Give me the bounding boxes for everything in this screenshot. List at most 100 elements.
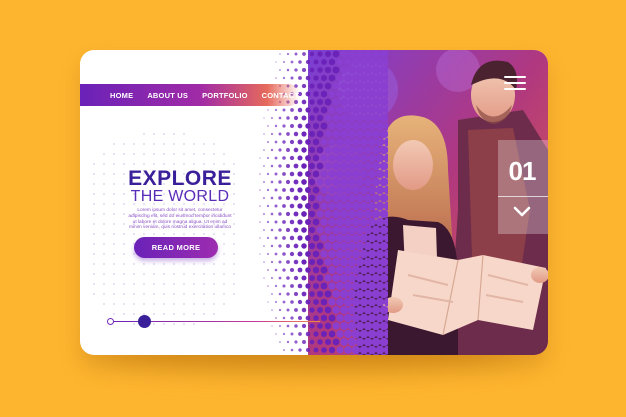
halftone-dot bbox=[383, 281, 388, 291]
halftone-dot bbox=[293, 227, 299, 233]
halftone-dot bbox=[347, 321, 357, 331]
halftone-dot bbox=[305, 59, 311, 65]
halftone-dot bbox=[371, 65, 381, 75]
halftone-dot bbox=[359, 73, 369, 83]
nav-link-contact[interactable]: CONTACT bbox=[262, 91, 300, 100]
halftone-dot bbox=[335, 137, 345, 147]
decorative-dot bbox=[213, 293, 215, 295]
decorative-dot bbox=[203, 313, 205, 315]
decorative-dot bbox=[133, 283, 135, 285]
halftone-dot bbox=[347, 305, 357, 315]
decorative-dot bbox=[203, 163, 205, 165]
slider-handle[interactable] bbox=[138, 315, 151, 328]
nav-link-about-us[interactable]: ABOUT US bbox=[147, 91, 188, 100]
decorative-dot bbox=[113, 143, 115, 145]
decorative-dot bbox=[143, 283, 145, 285]
decorative-dot bbox=[233, 283, 235, 285]
halftone-dot bbox=[335, 233, 345, 243]
halftone-dot bbox=[289, 155, 295, 161]
hamburger-menu-icon[interactable] bbox=[504, 76, 526, 92]
decorative-dot bbox=[103, 193, 105, 195]
halftone-dot bbox=[328, 282, 336, 290]
halftone-dot bbox=[351, 233, 361, 243]
halftone-dot bbox=[278, 276, 282, 280]
halftone-dot bbox=[282, 108, 286, 112]
halftone-dot bbox=[375, 169, 385, 179]
nav-link-home[interactable]: HOME bbox=[110, 91, 133, 100]
decorative-dot bbox=[103, 283, 105, 285]
halftone-dot bbox=[302, 52, 306, 56]
nav-link-portfolio[interactable]: PORTFOLIO bbox=[202, 91, 248, 100]
halftone-dot bbox=[331, 241, 341, 251]
decorative-dot bbox=[123, 253, 125, 255]
halftone-dot bbox=[301, 99, 307, 105]
decorative-dot bbox=[103, 153, 105, 155]
halftone-dot bbox=[320, 122, 328, 130]
decorative-dot bbox=[103, 183, 105, 185]
chevron-down-icon[interactable] bbox=[513, 206, 531, 218]
halftone-dot bbox=[367, 249, 377, 259]
halftone-dot bbox=[320, 266, 328, 274]
halftone-dot bbox=[301, 323, 307, 329]
halftone-dot bbox=[343, 169, 353, 179]
halftone-dot bbox=[316, 194, 324, 202]
halftone-dot bbox=[312, 202, 320, 210]
halftone-dot bbox=[313, 59, 319, 65]
halftone-dot bbox=[270, 196, 274, 200]
halftone-dot bbox=[379, 193, 388, 203]
halftone-dot bbox=[320, 170, 328, 178]
halftone-dot bbox=[275, 333, 277, 335]
halftone-dot bbox=[266, 188, 270, 192]
decorative-dot bbox=[183, 153, 185, 155]
halftone-dot bbox=[278, 260, 282, 264]
halftone-dot bbox=[347, 113, 357, 123]
halftone-dot bbox=[316, 162, 324, 170]
halftone-dot bbox=[351, 105, 361, 115]
halftone-dot bbox=[324, 162, 332, 170]
halftone-dot bbox=[375, 137, 385, 147]
halftone-dot bbox=[375, 89, 385, 99]
halftone-dot bbox=[267, 109, 269, 111]
halftone-dot bbox=[305, 267, 311, 273]
halftone-dot bbox=[375, 201, 385, 211]
halftone-dot bbox=[375, 217, 385, 227]
halftone-dot bbox=[286, 68, 290, 72]
halftone-dot bbox=[313, 315, 319, 321]
halftone-dot bbox=[332, 82, 340, 90]
decorative-dot bbox=[113, 163, 115, 165]
decorative-dot bbox=[193, 233, 195, 235]
halftone-dot bbox=[274, 268, 278, 272]
halftone-dot bbox=[266, 204, 270, 208]
halftone-dot bbox=[271, 293, 273, 295]
halftone-dot bbox=[371, 321, 381, 331]
halftone-dot bbox=[278, 148, 282, 152]
decorative-dot bbox=[233, 163, 235, 165]
slide-counter-panel bbox=[498, 140, 548, 234]
halftone-dot bbox=[379, 161, 388, 171]
decorative-dot bbox=[223, 163, 225, 165]
halftone-dot bbox=[312, 138, 320, 146]
halftone-dot bbox=[331, 193, 341, 203]
halftone-dot bbox=[341, 354, 347, 355]
halftone-dot bbox=[347, 337, 357, 347]
decorative-dot bbox=[173, 143, 175, 145]
halftone-dot bbox=[316, 178, 324, 186]
halftone-dot bbox=[363, 113, 373, 123]
halftone-dot bbox=[383, 329, 388, 339]
halftone-dot bbox=[309, 275, 315, 281]
decorative-dot bbox=[113, 273, 115, 275]
halftone-dot bbox=[275, 77, 277, 79]
read-more-button[interactable]: READ MORE bbox=[134, 237, 218, 258]
halftone-dot bbox=[347, 209, 357, 219]
halftone-dot bbox=[309, 291, 315, 297]
halftone-dot bbox=[290, 60, 294, 64]
decorative-dot bbox=[163, 263, 165, 265]
halftone-dot bbox=[279, 69, 281, 71]
halftone-dot bbox=[324, 226, 332, 234]
halftone-dot bbox=[309, 323, 315, 329]
decorative-dot bbox=[103, 213, 105, 215]
halftone-dot bbox=[293, 195, 299, 201]
halftone-dot bbox=[305, 235, 311, 241]
decorative-dot bbox=[213, 263, 215, 265]
decorative-dot bbox=[153, 263, 155, 265]
